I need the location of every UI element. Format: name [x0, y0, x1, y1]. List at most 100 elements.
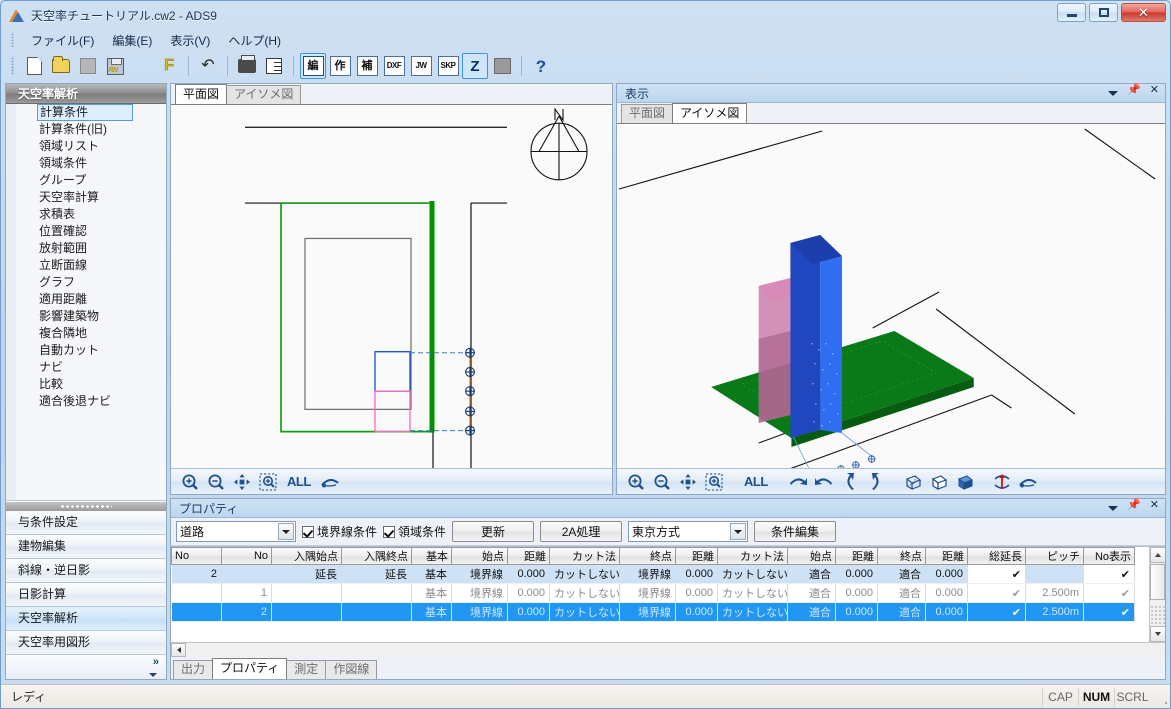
print-setup-button[interactable] — [261, 53, 287, 79]
tab-isometric-view-iso[interactable]: アイソメ図 — [672, 103, 748, 123]
save-as-button[interactable]: RN — [102, 53, 128, 79]
pan-button-iso[interactable] — [677, 471, 699, 493]
plan-canvas[interactable] — [171, 105, 612, 468]
sidebar-item-auto-cut[interactable]: 自動カット — [6, 342, 166, 359]
checkbox-region-box[interactable] — [383, 525, 396, 538]
grid-vertical-scrollbar[interactable] — [1149, 547, 1165, 642]
table-row[interactable]: 2 延長 延長 基本 境界線 0.000 カットしない 境界線 0.000 カッ… — [171, 564, 1135, 584]
undo-button[interactable]: ↶ — [195, 53, 221, 79]
mode-assist-button[interactable]: 補 — [354, 53, 380, 79]
axis-rotate-button[interactable] — [991, 471, 1013, 493]
scroll-up-button[interactable] — [1150, 547, 1165, 563]
new-button[interactable] — [21, 53, 47, 79]
eye-view-button-iso[interactable] — [1017, 471, 1039, 493]
scroll-track[interactable] — [1150, 605, 1165, 625]
sidebar-item-position-check[interactable]: 位置確認 — [6, 223, 166, 240]
sidebar-splitter[interactable] — [6, 501, 166, 511]
sidebar-item-navi[interactable]: ナビ — [6, 359, 166, 376]
col-start-2[interactable]: 始点 — [787, 547, 836, 565]
open-button[interactable] — [48, 53, 74, 79]
sidebar-item-compound-neighbor[interactable]: 複合隣地 — [6, 325, 166, 342]
isometric-canvas[interactable] — [617, 124, 1165, 468]
wireframe-box-button[interactable] — [902, 471, 924, 493]
col-cut-2[interactable]: カット法 — [717, 547, 788, 565]
sidebar-item-region-list[interactable]: 領域リスト — [6, 138, 166, 155]
tab-property[interactable]: プロパティ — [212, 658, 288, 679]
zoom-all-button-iso[interactable]: ALL — [740, 471, 772, 493]
info-button[interactable] — [129, 53, 155, 79]
menu-view[interactable]: 表示(V) — [161, 30, 219, 51]
menu-help[interactable]: ヘルプ(H) — [219, 30, 290, 51]
sidebar-overflow-button[interactable]: » — [6, 655, 166, 679]
col-dist-4[interactable]: 距離 — [925, 547, 968, 565]
help-button[interactable]: ? — [528, 53, 554, 79]
col-basic[interactable]: 基本 — [411, 547, 452, 565]
zoom-out-button-iso[interactable] — [651, 471, 673, 493]
tab-isometric-view[interactable]: アイソメ図 — [226, 85, 302, 104]
export-skp-button[interactable]: SKP — [435, 53, 461, 79]
zoom-in-button[interactable] — [179, 471, 201, 493]
sidebar-item-applicable-distance[interactable]: 適用距離 — [6, 291, 166, 308]
col-no-1[interactable]: No — [171, 547, 222, 565]
col-dist-2[interactable]: 距離 — [675, 547, 718, 565]
col-cut-1[interactable]: カット法 — [549, 547, 620, 565]
sidebar-category-slant-reverse-shadow[interactable]: 斜線・逆日影 — [6, 559, 166, 583]
shaded-box-button[interactable] — [954, 471, 976, 493]
eye-view-button[interactable] — [319, 471, 341, 493]
hidden-line-box-button[interactable] — [928, 471, 950, 493]
tab-plan-view[interactable]: 平面図 — [175, 84, 228, 104]
col-dist-3[interactable]: 距離 — [835, 547, 878, 565]
grid-horizontal-scrollbar[interactable] — [171, 642, 1165, 657]
export-jw-button[interactable]: JW — [408, 53, 434, 79]
tab-plan-view-iso[interactable]: 平面図 — [621, 104, 674, 123]
rotate-left-button[interactable] — [813, 471, 835, 493]
sidebar-item-graph[interactable]: グラフ — [6, 274, 166, 291]
sidebar-category-sky-factor-analysis[interactable]: 天空率解析 — [6, 607, 166, 631]
tab-drawing-line[interactable]: 作図線 — [325, 660, 378, 679]
col-inner-start[interactable]: 入隅始点 — [271, 547, 342, 565]
resize-grip[interactable] — [1152, 688, 1168, 705]
menu-edit[interactable]: 編集(E) — [103, 30, 161, 51]
checkbox-boundary-box[interactable] — [302, 525, 314, 538]
sidebar-item-region-condition[interactable]: 領域条件 — [6, 155, 166, 172]
print-button[interactable] — [234, 53, 260, 79]
sidebar-item-group[interactable]: グループ — [6, 172, 166, 189]
update-button[interactable]: 更新 — [452, 521, 535, 542]
panel-dropdown-icon[interactable] — [1108, 506, 1119, 511]
tab-measure[interactable]: 測定 — [286, 660, 327, 679]
checkbox-region-condition[interactable]: 領域条件 — [383, 523, 446, 540]
zoom-all-button[interactable]: ALL — [283, 471, 315, 493]
sidebar-item-sky-factor-calc[interactable]: 天空率計算 — [6, 189, 166, 206]
panel-close-icon[interactable]: ✕ — [1150, 85, 1159, 96]
col-end-1[interactable]: 終点 — [619, 547, 676, 565]
font-button[interactable]: F — [156, 53, 182, 79]
chevron-down-icon[interactable] — [278, 523, 294, 540]
export-dxf-button[interactable]: DXF — [381, 53, 407, 79]
rotate-down-button[interactable] — [865, 471, 887, 493]
process-2a-button[interactable]: 2A処理 — [540, 521, 623, 542]
col-dist-1[interactable]: 距離 — [507, 547, 550, 565]
chevron-down-icon[interactable] — [730, 523, 747, 540]
sidebar-category-sky-factor-shapes[interactable]: 天空率用図形 — [6, 631, 166, 655]
panel-pin-icon[interactable]: 📌 — [1127, 500, 1141, 511]
col-start-1[interactable]: 始点 — [451, 547, 508, 565]
scroll-thumb[interactable] — [1150, 564, 1165, 600]
sidebar-item-calc-condition-old[interactable]: 計算条件(旧) — [6, 121, 166, 138]
col-no-display[interactable]: No表示 — [1083, 547, 1135, 565]
col-no-2[interactable]: No — [221, 547, 272, 565]
table-row[interactable]: 2 基本 境界線 0.000 カットしない 境界線 0.000 カットしない 適… — [171, 602, 1135, 622]
boundary-type-select[interactable]: 道路 — [176, 521, 296, 542]
stop-button[interactable] — [75, 53, 101, 79]
rotate-right-button[interactable] — [787, 471, 809, 493]
zoom-in-button-iso[interactable] — [625, 471, 647, 493]
toolbar-grip[interactable] — [11, 57, 14, 75]
scroll-down-button[interactable] — [1150, 626, 1165, 642]
minimize-button[interactable] — [1057, 3, 1086, 22]
maximize-button[interactable] — [1089, 3, 1118, 22]
zoom-window-button[interactable] — [257, 471, 279, 493]
sidebar-item-compare[interactable]: 比較 — [6, 376, 166, 393]
zoom-out-button[interactable] — [205, 471, 227, 493]
sidebar-item-area-table[interactable]: 求積表 — [6, 206, 166, 223]
zoom-window-button-iso[interactable] — [703, 471, 725, 493]
sidebar-item-calc-condition[interactable]: 計算条件 — [37, 104, 133, 121]
